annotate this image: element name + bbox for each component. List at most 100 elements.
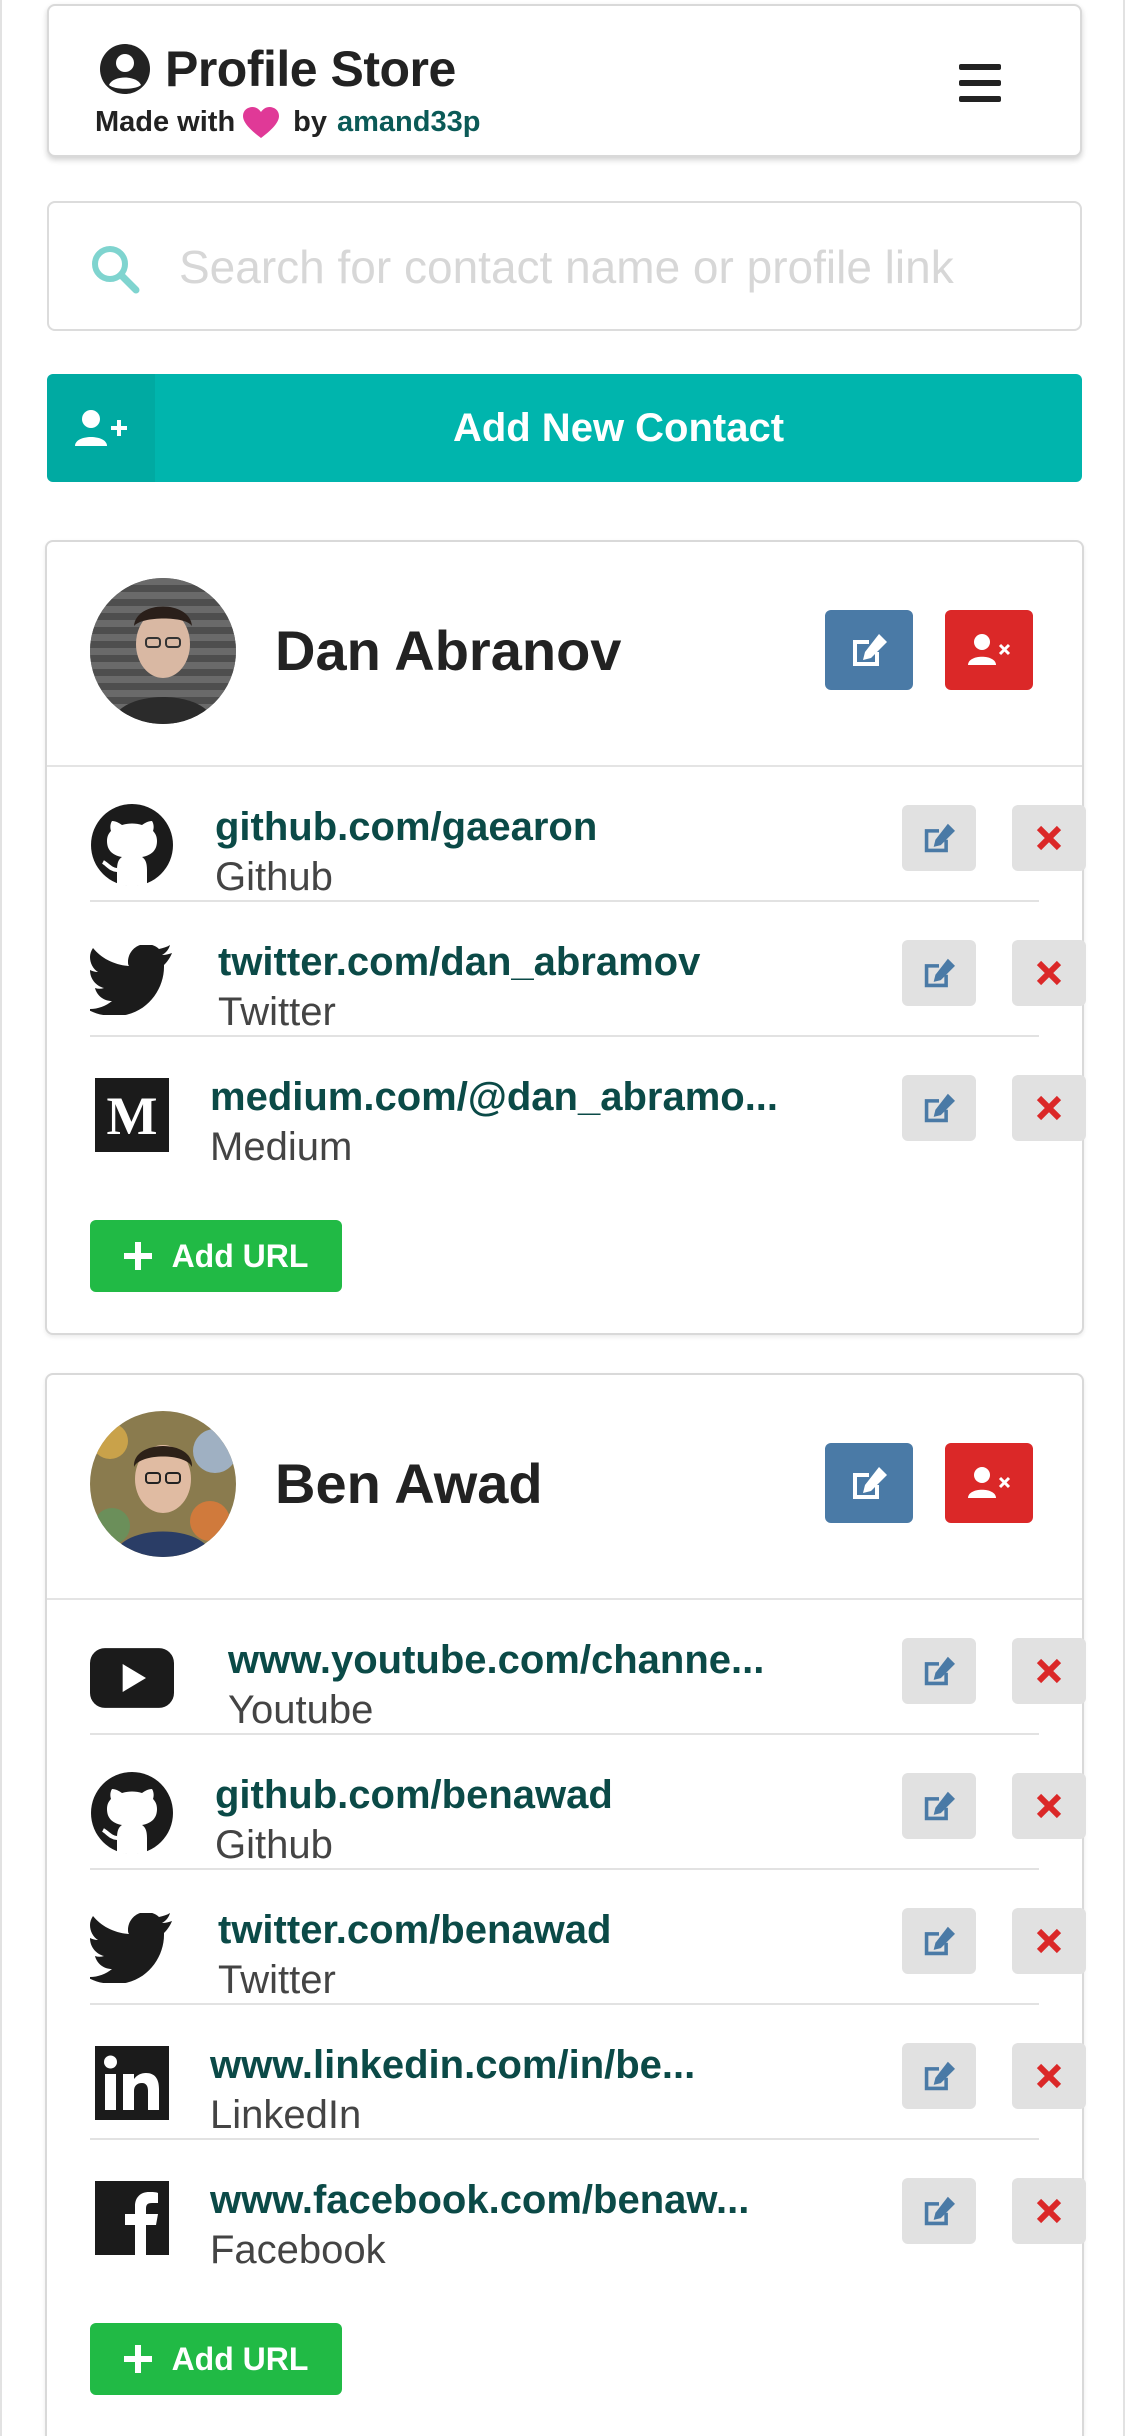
delete-link-button[interactable] xyxy=(1012,1908,1086,1974)
profile-link[interactable]: github.com/benawad xyxy=(215,1773,613,1818)
app-header: Profile Store Made with by amand33p xyxy=(47,4,1082,157)
contact-links: www.youtube.com/channe... Youtube github… xyxy=(47,1600,1086,2275)
profile-link[interactable]: github.com/gaearon xyxy=(215,805,597,850)
link-row: twitter.com/dan_abramov Twitter xyxy=(90,902,1086,1037)
edit-icon xyxy=(924,1656,955,1686)
profile-link[interactable]: www.linkedin.com/in/be... xyxy=(210,2043,695,2088)
remove-user-icon xyxy=(968,1467,1011,1498)
add-url-button[interactable]: Add URL xyxy=(90,1220,342,1292)
edit-icon xyxy=(924,1791,955,1821)
edit-link-button[interactable] xyxy=(902,1908,976,1974)
facebook-icon xyxy=(90,2176,174,2260)
link-row: M medium.com/@dan_abramo... Medium xyxy=(90,1037,1086,1172)
app-title: Profile Store xyxy=(165,41,456,97)
contact-avatar xyxy=(90,578,236,724)
profile-link[interactable]: twitter.com/dan_abramov xyxy=(218,940,700,985)
heart-icon xyxy=(243,106,280,138)
link-row: www.linkedin.com/in/be... LinkedIn xyxy=(90,2005,1086,2140)
author-link[interactable]: amand33p xyxy=(337,106,480,139)
site-name: LinkedIn xyxy=(210,2093,362,2137)
brand: Profile Store xyxy=(99,40,456,98)
user-circle-icon xyxy=(100,44,150,94)
edit-icon xyxy=(853,634,887,666)
edit-link-button[interactable] xyxy=(902,805,976,871)
close-icon xyxy=(1036,825,1062,851)
edit-link-button[interactable] xyxy=(902,2178,976,2244)
edit-icon xyxy=(924,2196,955,2226)
site-name: Medium xyxy=(210,1125,353,1169)
link-row: github.com/benawad Github xyxy=(90,1735,1086,1870)
edit-link-button[interactable] xyxy=(902,2043,976,2109)
add-url-label: Add URL xyxy=(171,1237,309,1274)
edit-icon xyxy=(924,2061,955,2091)
edit-contact-button[interactable] xyxy=(825,1443,913,1523)
add-user-icon-box xyxy=(47,374,155,482)
edit-link-button[interactable] xyxy=(902,1638,976,1704)
github-icon xyxy=(90,1771,174,1855)
site-name: Twitter xyxy=(218,990,336,1034)
close-icon xyxy=(1036,1793,1062,1819)
delete-link-button[interactable] xyxy=(1012,1773,1086,1839)
medium-icon: M xyxy=(90,1073,174,1157)
close-icon xyxy=(1036,960,1062,986)
add-new-contact-button[interactable]: Add New Contact xyxy=(47,374,1082,482)
edit-link-button[interactable] xyxy=(902,1773,976,1839)
edit-icon xyxy=(924,823,955,853)
delete-link-button[interactable] xyxy=(1012,805,1086,871)
profile-link[interactable]: www.facebook.com/benaw... xyxy=(210,2178,749,2223)
twitter-icon xyxy=(90,938,174,1022)
edit-icon xyxy=(924,1926,955,1956)
contact-name: Dan Abranov xyxy=(275,619,622,682)
edit-icon xyxy=(853,1467,887,1499)
contact-card: Ben Awad www.youtube.com/channe... Youtu… xyxy=(45,1373,1086,2436)
contact-links: github.com/gaearon Github twitter.com/da… xyxy=(47,767,1086,1172)
delete-link-button[interactable] xyxy=(1012,2178,1086,2244)
profile-link[interactable]: medium.com/@dan_abramo... xyxy=(210,1075,778,1120)
delete-contact-button[interactable] xyxy=(945,1443,1033,1523)
add-url-label: Add URL xyxy=(171,2340,309,2377)
link-row: github.com/gaearon Github xyxy=(90,767,1086,902)
profile-link[interactable]: twitter.com/benawad xyxy=(218,1908,611,1953)
hamburger-menu-icon[interactable] xyxy=(959,64,1001,102)
add-url-button[interactable]: Add URL xyxy=(90,2323,342,2395)
youtube-icon xyxy=(90,1636,174,1720)
link-row: www.youtube.com/channe... Youtube xyxy=(90,1600,1086,1735)
site-name: Youtube xyxy=(228,1688,374,1732)
github-icon xyxy=(90,803,174,887)
linkedin-icon xyxy=(90,2041,174,2125)
add-new-contact-label: Add New Contact xyxy=(452,406,785,450)
edit-icon xyxy=(924,1093,955,1123)
site-name: Github xyxy=(215,855,333,899)
tagline-by: by xyxy=(293,106,328,138)
profile-link[interactable]: www.youtube.com/channe... xyxy=(228,1638,764,1683)
plus-icon xyxy=(123,2345,152,2373)
app-page: Profile Store Made with by amand33p Sear… xyxy=(0,0,1125,2436)
delete-link-button[interactable] xyxy=(1012,1075,1086,1141)
add-user-icon xyxy=(75,410,127,446)
close-icon xyxy=(1036,1095,1062,1121)
link-row: www.facebook.com/benaw... Facebook xyxy=(90,2140,1086,2275)
search-bar xyxy=(47,201,1082,331)
contact-name: Ben Awad xyxy=(275,1452,543,1515)
tagline: Made with by amand33p xyxy=(95,106,480,139)
delete-link-button[interactable] xyxy=(1012,1638,1086,1704)
close-icon xyxy=(1036,1658,1062,1684)
delete-link-button[interactable] xyxy=(1012,2043,1086,2109)
site-name: Twitter xyxy=(218,1958,336,2002)
twitter-icon xyxy=(90,1906,174,1990)
close-icon xyxy=(1036,2198,1062,2224)
tagline-prefix: Made with xyxy=(95,106,236,138)
search-input[interactable] xyxy=(179,231,1059,303)
contact-card-header: Dan Abranov xyxy=(47,542,1082,767)
remove-user-icon xyxy=(968,634,1011,665)
contact-avatar xyxy=(90,1411,236,1557)
edit-link-button[interactable] xyxy=(902,1075,976,1141)
delete-link-button[interactable] xyxy=(1012,940,1086,1006)
edit-contact-button[interactable] xyxy=(825,610,913,690)
edit-link-button[interactable] xyxy=(902,940,976,1006)
close-icon xyxy=(1036,1928,1062,1954)
delete-contact-button[interactable] xyxy=(945,610,1033,690)
site-name: Github xyxy=(215,1823,333,1867)
contact-card-header: Ben Awad xyxy=(47,1375,1082,1600)
search-icon xyxy=(92,246,140,294)
